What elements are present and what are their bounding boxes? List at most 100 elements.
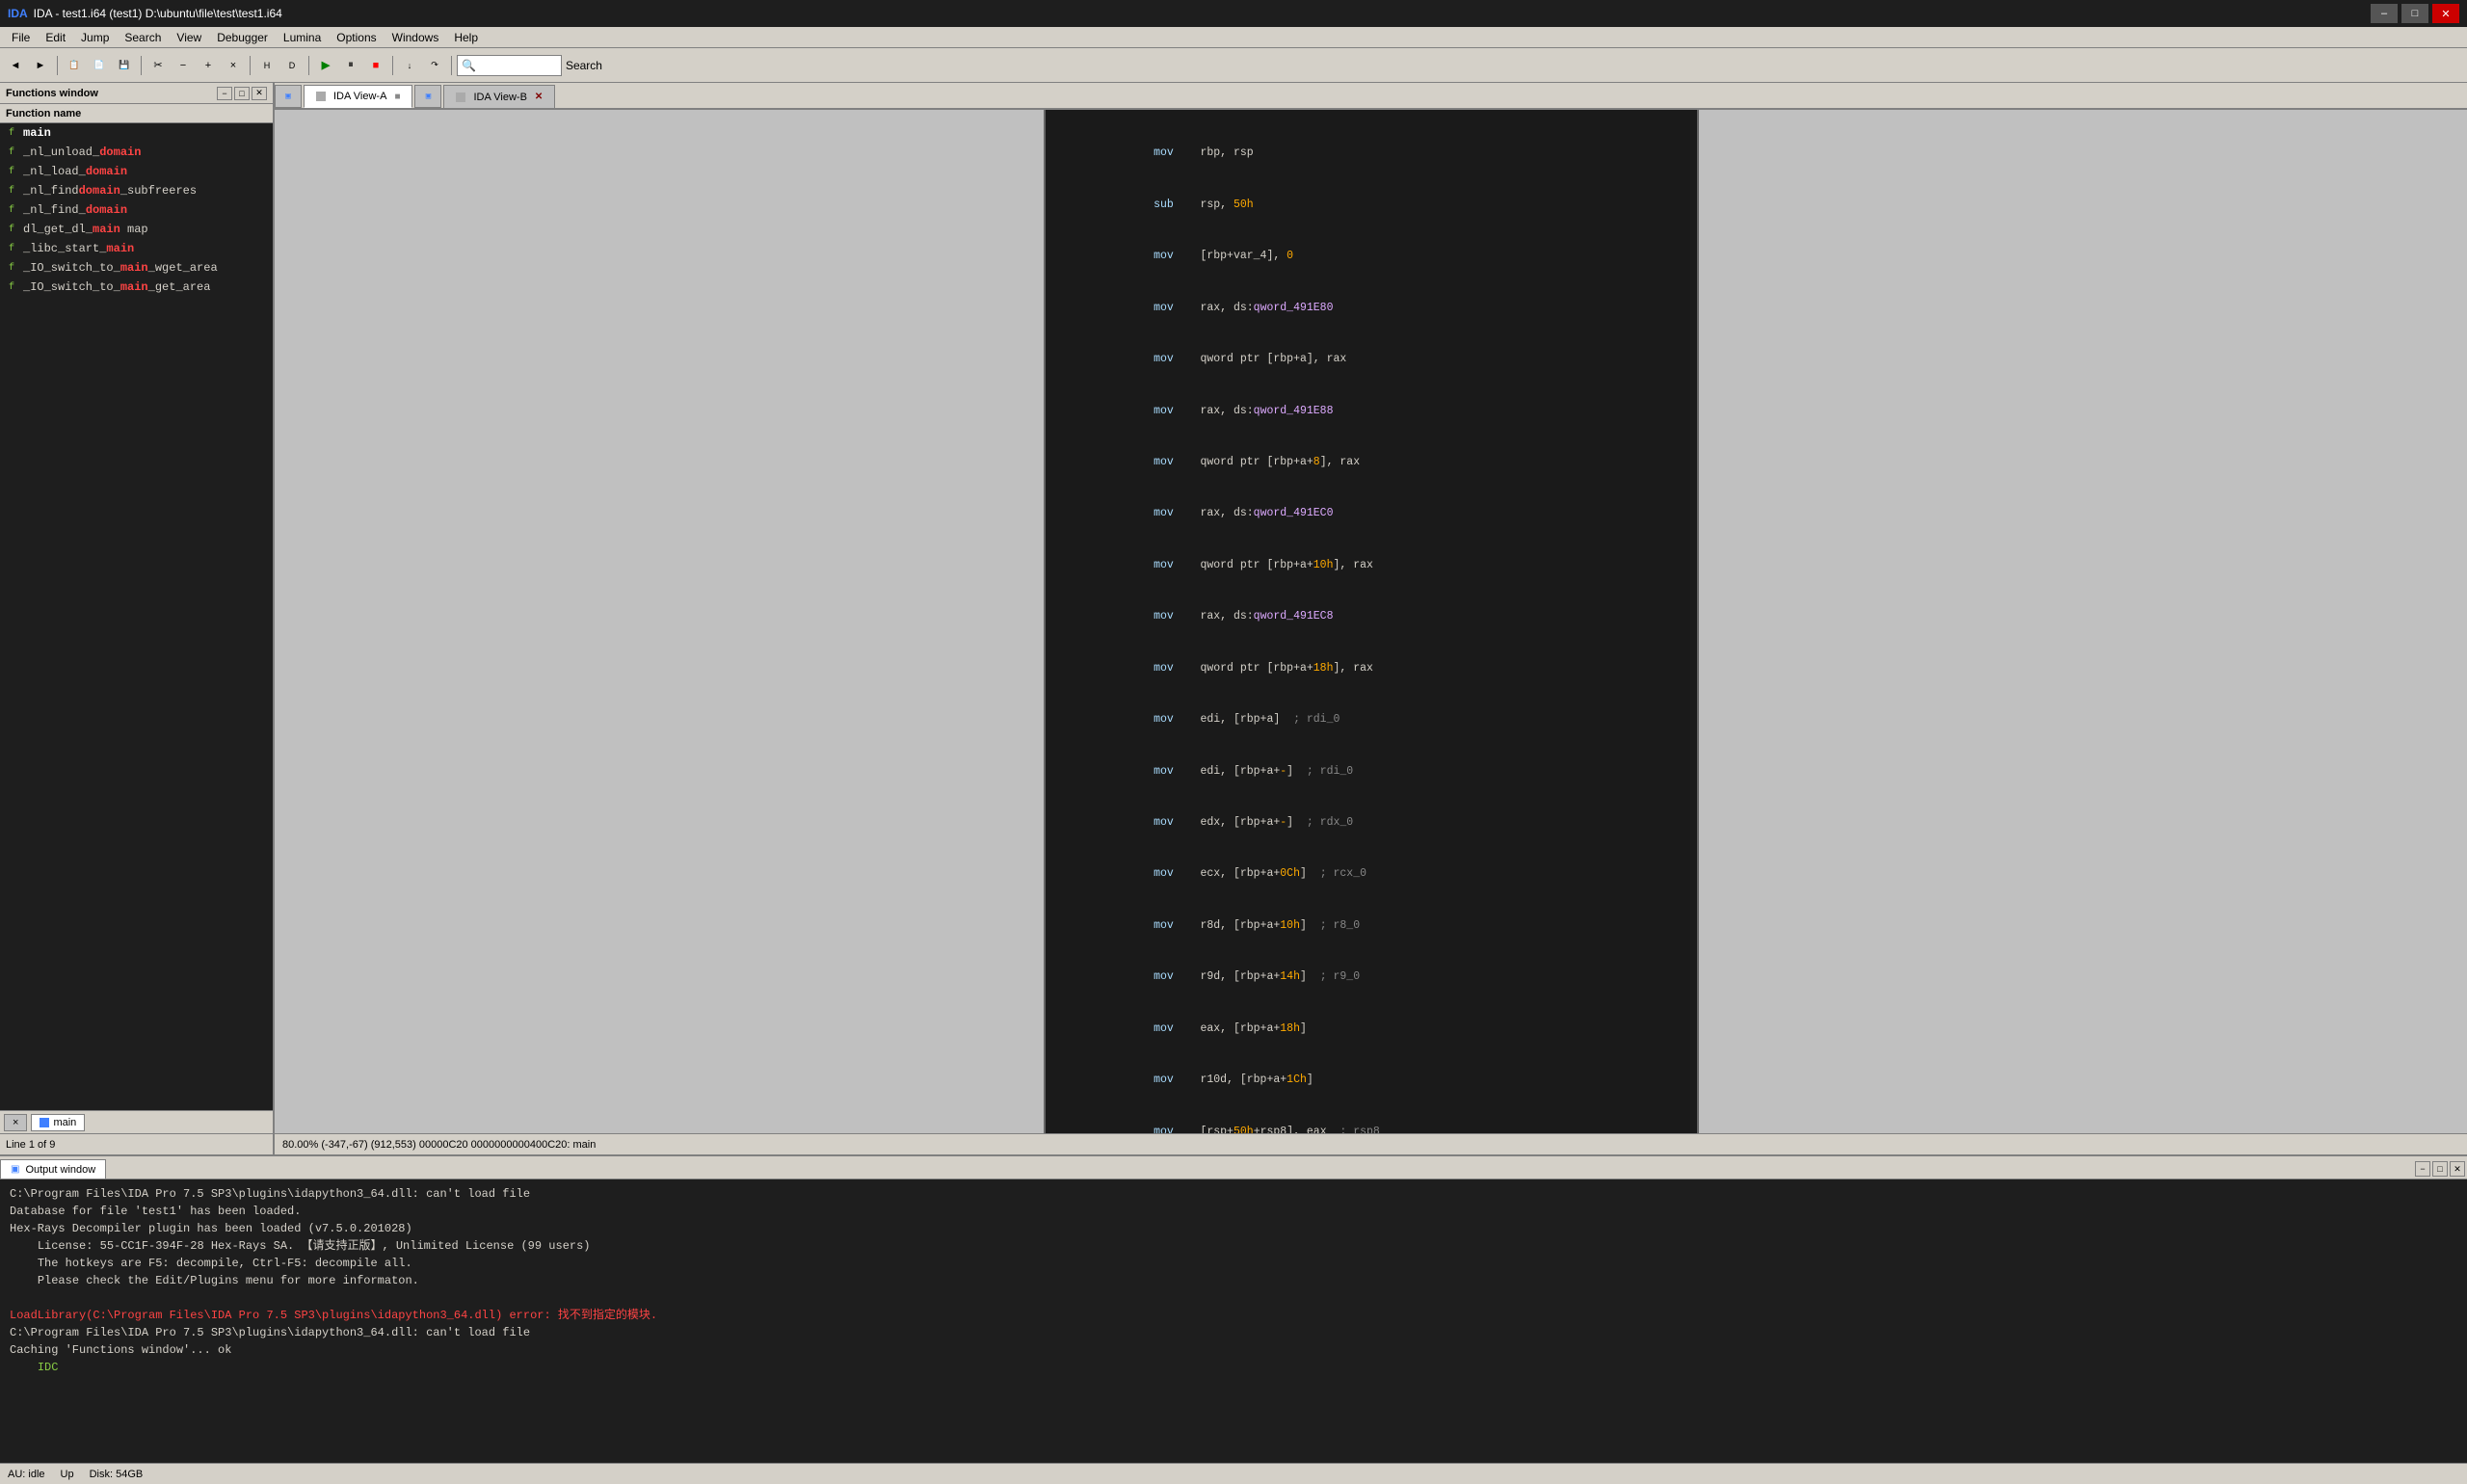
bottom-tab-bar: ▣ Output window − □ ✕ (0, 1156, 2467, 1179)
bottom-tab-output[interactable]: ▣ Output window (0, 1159, 106, 1179)
output-close-btn[interactable]: ✕ (2450, 1161, 2465, 1177)
tab-view-b-icon (456, 93, 465, 102)
left-tab-close[interactable]: × (4, 1114, 27, 1131)
output-float-btn[interactable]: □ (2432, 1161, 2448, 1177)
output-line-1: C:\Program Files\IDA Pro 7.5 SP3\plugins… (10, 1185, 2457, 1203)
search-input[interactable] (480, 59, 557, 72)
toolbar-btn7[interactable]: × (222, 54, 245, 77)
toolbar-stop[interactable]: ■ (364, 54, 387, 77)
toolbar-stepinto[interactable]: ↓ (398, 54, 421, 77)
disasm-window: ; Attributes: bp-based frame ; int __cde… (1044, 110, 1699, 1133)
tab-icon-a-symbol: ▣ (285, 92, 290, 101)
func-icon-io-switch-get: f (4, 279, 19, 295)
panel-minimize-btn[interactable]: − (217, 87, 232, 100)
toolbar-hex[interactable]: H (255, 54, 279, 77)
toolbar-btn4[interactable]: ✂ (146, 54, 170, 77)
output-content[interactable]: C:\Program Files\IDA Pro 7.5 SP3\plugins… (0, 1179, 2467, 1463)
tab-icon-b[interactable]: ▣ (414, 85, 441, 108)
output-minimize-btn[interactable]: − (2415, 1161, 2430, 1177)
status-bar: AU: idle Up Disk: 54GB (0, 1463, 2467, 1484)
func-nl-unload[interactable]: f _nl_unload_domain (0, 143, 273, 162)
disasm-push-rbp: push rbp (1061, 110, 1682, 128)
disasm-mov-rax2: mov rax, ds:qword_491E88 (1061, 385, 1682, 437)
ida-view-content[interactable]: ; Attributes: bp-based frame ; int __cde… (275, 110, 2467, 1133)
toolbar-btn1[interactable]: 📋 (63, 54, 86, 77)
panel-close-btn[interactable]: ✕ (252, 87, 267, 100)
tab-icon-a[interactable]: ▣ (275, 85, 302, 108)
toolbar-sep-5 (392, 56, 393, 75)
toolbar-run[interactable]: ▶ (314, 54, 337, 77)
menu-jump[interactable]: Jump (73, 29, 117, 46)
func-icon-dl-get: f (4, 222, 19, 237)
toolbar-dec[interactable]: D (280, 54, 304, 77)
toolbar-btn3[interactable]: 💾 (113, 54, 136, 77)
output-line-blank (10, 1289, 2457, 1307)
functions-col-label: Function name (6, 108, 81, 119)
output-line-2: Database for file 'test1' has been loade… (10, 1203, 2457, 1220)
functions-col-header: Function name (0, 104, 273, 123)
func-io-switch-wget[interactable]: f _IO_switch_to_main_wget_area (0, 258, 273, 278)
func-dl-get[interactable]: f dl_get_dl_main map (0, 220, 273, 239)
toolbar-btn2[interactable]: 📄 (88, 54, 111, 77)
menu-file[interactable]: File (4, 29, 38, 46)
func-main[interactable]: f main (0, 123, 273, 143)
tab-view-a-close-icon[interactable]: ■ (394, 92, 400, 102)
menu-view[interactable]: View (169, 29, 209, 46)
menu-lumina[interactable]: Lumina (276, 29, 329, 46)
toolbar-back[interactable]: ◄ (4, 54, 27, 77)
functions-panel-header: Functions window − □ ✕ (0, 83, 273, 104)
toolbar-forward[interactable]: ► (29, 54, 52, 77)
func-nl-finddomain[interactable]: f _nl_finddomain_subfreeres (0, 181, 273, 200)
disasm-content: ; Attributes: bp-based frame ; int __cde… (1046, 110, 1697, 1133)
tab-bar: ▣ IDA View-A ■ ▣ IDA View-B ✕ (275, 83, 2467, 110)
output-tab-label: Output window (25, 1164, 95, 1176)
menu-options[interactable]: Options (329, 29, 384, 46)
disasm-mov-r9d: mov r9d, [rbp+a+14h] ; r9_0 (1061, 952, 1682, 1003)
title-bar-left: IDA IDA - test1.i64 (test1) D:\ubuntu\fi… (8, 7, 282, 20)
tab-view-a[interactable]: IDA View-A ■ (304, 85, 412, 108)
func-libc-start[interactable]: f _libc_start_main (0, 239, 273, 258)
menu-windows[interactable]: Windows (385, 29, 447, 46)
output-tab-icon: ▣ (11, 1164, 19, 1175)
func-nl-find[interactable]: f _nl_find_domain (0, 200, 273, 220)
search-label: Search (566, 59, 602, 72)
func-name-nl-finddomain: _nl_finddomain_subfreeres (23, 184, 197, 198)
disasm-mov-ecx: mov ecx, [rbp+a+0Ch] ; rcx_0 (1061, 849, 1682, 900)
toolbar-btn5[interactable]: − (172, 54, 195, 77)
bottom-area: ▣ Output window − □ ✕ C:\Program Files\I… (0, 1154, 2467, 1463)
menu-help[interactable]: Help (446, 29, 486, 46)
func-nl-load[interactable]: f _nl_load_domain (0, 162, 273, 181)
view-status: 80.00% (-347,-67) (912,553) 00000C20 000… (275, 1133, 2467, 1154)
left-tab-main-label: main (53, 1117, 76, 1128)
toolbar-pause[interactable]: ⏸ (339, 54, 362, 77)
tab-view-b-label: IDA View-B (473, 92, 526, 103)
bottom-tab-btns: − □ ✕ (2413, 1159, 2467, 1179)
app-icon: IDA (8, 7, 28, 20)
output-line-8: C:\Program Files\IDA Pro 7.5 SP3\plugins… (10, 1324, 2457, 1341)
toolbar-btn6[interactable]: + (197, 54, 220, 77)
title-bar-controls: – □ ✕ (2371, 4, 2459, 23)
disasm-mov-var4: mov [rbp+var_4], 0 (1061, 230, 1682, 281)
menu-bar: File Edit Jump Search View Debugger Lumi… (0, 27, 2467, 48)
disasm-mov-qword1: mov qword ptr [rbp+a], rax (1061, 333, 1682, 384)
output-line-7: LoadLibrary(C:\Program Files\IDA Pro 7.5… (10, 1307, 2457, 1324)
tab-icon-b-symbol: ▣ (426, 92, 431, 101)
search-box[interactable]: 🔍 (457, 55, 562, 76)
toolbar-stepover[interactable]: ↷ (423, 54, 446, 77)
func-io-switch-get[interactable]: f _IO_switch_to_main_get_area (0, 278, 273, 297)
menu-edit[interactable]: Edit (38, 29, 73, 46)
menu-search[interactable]: Search (117, 29, 169, 46)
left-tab-main[interactable]: main (31, 1114, 85, 1131)
menu-debugger[interactable]: Debugger (209, 29, 276, 46)
close-button[interactable]: ✕ (2432, 4, 2459, 23)
maximize-button[interactable]: □ (2401, 4, 2428, 23)
tab-view-b[interactable]: IDA View-B ✕ (443, 85, 555, 108)
panel-maximize-btn[interactable]: □ (234, 87, 250, 100)
disasm-mov-rax4: mov rax, ds:qword_491EC8 (1061, 591, 1682, 642)
view-status-text: 80.00% (-347,-67) (912,553) 00000C20 000… (282, 1139, 596, 1151)
func-name-nl-unload: _nl_unload_domain (23, 146, 141, 159)
func-icon-nl-unload: f (4, 145, 19, 160)
minimize-button[interactable]: – (2371, 4, 2398, 23)
tab-view-b-close[interactable]: ✕ (535, 92, 543, 102)
content-area: Functions window − □ ✕ Function name f m… (0, 83, 2467, 1154)
